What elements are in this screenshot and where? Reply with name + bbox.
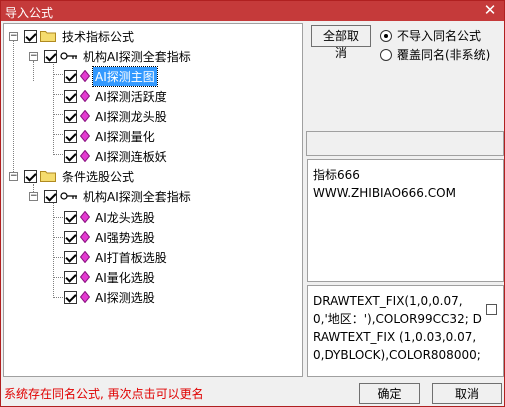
tree-line: [33, 61, 34, 81]
tree-item-label: AI强势选股: [95, 230, 155, 245]
tree-group-label: 条件选股公式: [62, 169, 135, 184]
radio-label: 不导入同名公式: [397, 29, 482, 43]
item-checkbox[interactable]: [64, 69, 77, 83]
formula-tree[interactable]: − 技术指标公式 − 机构AI探测全套指标 AI探测主图 AI探测活跃度 AI探…: [3, 23, 303, 377]
radio-label: 覆盖同名(非系统): [397, 48, 491, 62]
formula-icon: [80, 150, 90, 162]
formula-icon: [80, 231, 90, 243]
item-checkbox[interactable]: [64, 89, 77, 103]
tree-item[interactable]: AI龙头选股: [64, 208, 157, 226]
subgroup-checkbox[interactable]: [44, 49, 57, 63]
description-text: 指标666 WWW.ZHIBIAO666.COM: [313, 166, 456, 202]
tree-group-stock-picking[interactable]: 条件选股公式: [24, 167, 136, 185]
formula-source-box[interactable]: DRAWTEXT_FIX(1,0,0.07,0,'地区：'),COLOR99CC…: [307, 285, 504, 377]
item-checkbox[interactable]: [64, 210, 77, 224]
formula-icon: [80, 90, 90, 102]
radio-skip-duplicates[interactable]: 不导入同名公式: [380, 27, 481, 44]
key-icon: [60, 191, 78, 201]
formula-icon: [80, 70, 90, 82]
subgroup-checkbox[interactable]: [44, 189, 57, 203]
group-checkbox[interactable]: [24, 169, 37, 183]
tree-item[interactable]: AI探测龙头股: [64, 107, 169, 125]
radio-button[interactable]: [380, 48, 392, 61]
tree-item-label: AI打首板选股: [95, 250, 167, 265]
tree-item[interactable]: AI探测主图: [64, 65, 158, 87]
item-checkbox[interactable]: [64, 129, 77, 143]
window-title: 导入公式: [5, 6, 54, 20]
description-line: WWW.ZHIBIAO666.COM: [313, 186, 456, 200]
tree-subgroup-label: 机构AI探测全套指标: [83, 49, 191, 64]
tree-item-label: AI量化选股: [95, 270, 155, 285]
tree-line: [53, 196, 54, 298]
item-checkbox[interactable]: [64, 270, 77, 284]
status-message: 系统存在同名公式, 再次点击可以更名: [4, 387, 204, 401]
collapse-icon[interactable]: −: [29, 52, 38, 61]
title-bar[interactable]: 导入公式 ✕: [1, 1, 504, 21]
tree-item-label: AI探测龙头股: [95, 109, 167, 124]
tree-item[interactable]: AI量化选股: [64, 268, 157, 286]
blank-field: [306, 131, 504, 156]
tree-line: [13, 41, 14, 176]
tree-item[interactable]: AI探测选股: [64, 288, 157, 306]
tree-subgroup[interactable]: 机构AI探测全套指标: [44, 47, 193, 65]
group-checkbox[interactable]: [24, 29, 37, 43]
formula-icon: [80, 271, 90, 283]
item-checkbox[interactable]: [64, 230, 77, 244]
ok-button[interactable]: 确定: [359, 383, 420, 404]
folder-icon: [40, 170, 56, 182]
item-checkbox[interactable]: [64, 109, 77, 123]
tree-item[interactable]: AI强势选股: [64, 228, 157, 246]
tree-item-label: AI探测量化: [95, 129, 155, 144]
item-checkbox[interactable]: [64, 250, 77, 264]
formula-icon: [80, 130, 90, 142]
tree-item[interactable]: AI探测连板妖: [64, 147, 169, 165]
tree-item[interactable]: AI探测活跃度: [64, 87, 169, 105]
close-icon[interactable]: ✕: [482, 2, 498, 18]
formula-source-text: DRAWTEXT_FIX(1,0,0.07,0,'地区：'),COLOR99CC…: [313, 294, 482, 362]
tree-item[interactable]: AI打首板选股: [64, 248, 169, 266]
item-checkbox[interactable]: [64, 149, 77, 163]
collapse-icon[interactable]: −: [29, 192, 38, 201]
formula-icon: [80, 291, 90, 303]
tree-item[interactable]: AI探测量化: [64, 127, 157, 145]
tree-subgroup[interactable]: 机构AI探测全套指标: [44, 187, 193, 205]
formula-icon: [80, 110, 90, 122]
formula-icon: [80, 211, 90, 223]
tree-item-label: AI探测活跃度: [95, 89, 167, 104]
tree-group-technical[interactable]: 技术指标公式: [24, 27, 136, 45]
radio-button[interactable]: [380, 29, 392, 42]
key-icon: [60, 51, 78, 61]
collapse-icon[interactable]: −: [9, 32, 18, 41]
tree-group-label: 技术指标公式: [62, 29, 135, 44]
tree-item-label: AI探测选股: [95, 290, 155, 305]
import-formula-dialog: 导入公式 ✕ − 技术指标公式 − 机构AI探测全套指标 AI探测主图 AI探测…: [0, 0, 505, 407]
tree-subgroup-label: 机构AI探测全套指标: [83, 189, 191, 204]
cancel-all-button[interactable]: 全部取消: [311, 25, 371, 60]
collapse-icon[interactable]: −: [9, 172, 18, 181]
description-line: 指标666: [313, 168, 360, 182]
formula-icon: [80, 251, 90, 263]
formula-description-box: 指标666 WWW.ZHIBIAO666.COM: [307, 159, 504, 282]
cancel-button[interactable]: 取消: [432, 383, 502, 404]
item-checkbox[interactable]: [64, 290, 77, 304]
tree-item-label: AI探测连板妖: [95, 149, 167, 164]
tree-item-label: AI探测主图: [92, 65, 158, 87]
folder-icon: [40, 30, 56, 42]
radio-overwrite-duplicates[interactable]: 覆盖同名(非系统): [380, 46, 490, 63]
tree-item-label: AI龙头选股: [95, 210, 155, 225]
source-checkbox[interactable]: [486, 304, 497, 315]
